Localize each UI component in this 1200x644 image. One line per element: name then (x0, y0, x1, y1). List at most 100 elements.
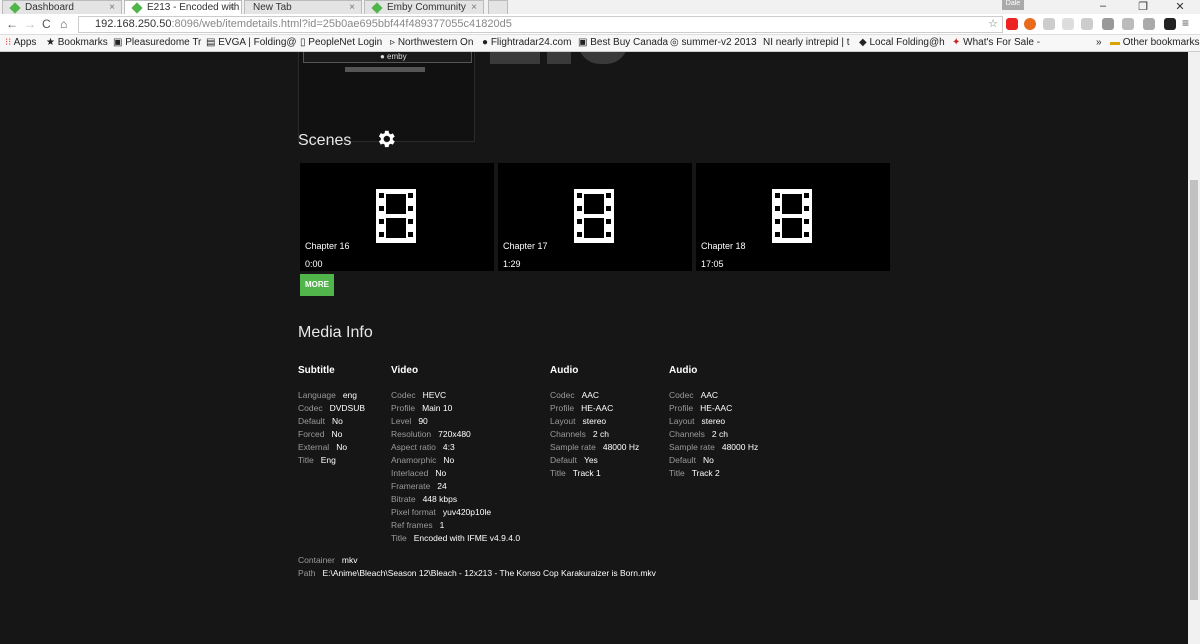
menu-icon[interactable]: ≡ (1182, 16, 1189, 30)
scrollbar[interactable] (1188, 52, 1200, 644)
forward-icon[interactable]: → (24, 17, 36, 31)
emby-icon (9, 2, 21, 14)
back-icon[interactable]: ← (6, 17, 18, 31)
tab-emby-community[interactable]: Emby Community × (364, 0, 484, 14)
info-value: Encoded with IFME v4.9.4.0 (413, 533, 521, 543)
bookmark-item[interactable]: ● Flightradar24.com (482, 37, 571, 48)
home-icon[interactable]: ⌂ (60, 17, 67, 31)
bookmark-label: Best Buy Canada (590, 37, 669, 48)
new-tab-button[interactable] (488, 0, 508, 14)
info-value: yuv420p10le (442, 507, 492, 517)
info-value: No (702, 455, 714, 465)
star-icon[interactable]: ☆ (988, 17, 998, 32)
chapter-name: Chapter 18 (701, 241, 746, 251)
maximize-button[interactable]: ❐ (1128, 0, 1158, 14)
tab-item-details[interactable]: E213 - Encoded with × (124, 0, 242, 14)
extension-icon[interactable] (1062, 18, 1074, 30)
h-extension-icon[interactable] (1043, 18, 1055, 30)
close-icon[interactable]: × (349, 1, 355, 14)
bookmark-item[interactable]: ▣ Pleasuredome Tr (113, 37, 201, 48)
reload-icon[interactable]: C (42, 17, 51, 31)
info-row: Profile Main 10 (391, 402, 520, 415)
info-value: HE-AAC (581, 403, 614, 413)
info-value: mkv (341, 555, 358, 565)
action-button[interactable] (547, 52, 571, 64)
media-info-heading: Media Info (298, 324, 373, 341)
other-bookmarks[interactable]: ▬ Other bookmarks (1110, 37, 1199, 48)
close-window-button[interactable]: ✕ (1165, 0, 1195, 14)
bookmark-item[interactable]: ✦ What's For Sale - (952, 37, 1040, 48)
info-value: 48000 Hz (721, 442, 759, 452)
address-bar[interactable]: 192.168.250.50:8096/web/itemdetails.html… (78, 16, 1003, 33)
tab-title: E213 - Encoded with (147, 2, 240, 13)
stream-heading: Audio (550, 365, 579, 376)
gear-icon[interactable] (375, 128, 397, 150)
info-row: Bitrate 448 kbps (391, 493, 520, 506)
bookmark-item[interactable]: ◆ Local Folding@h (859, 37, 945, 48)
scene-card[interactable]: Chapter 18 17:05 (696, 163, 890, 271)
profile-badge[interactable]: Dale (1002, 0, 1024, 10)
bookmark-apps[interactable]: ⁝⁝ Apps (5, 37, 36, 48)
opera-extension-icon[interactable] (1006, 18, 1018, 30)
bookmark-label: Northwestern On (397, 37, 474, 48)
bookmark-item[interactable]: ▣ Best Buy Canada (578, 37, 668, 48)
info-label: Title (669, 468, 685, 478)
action-button[interactable] (578, 52, 628, 64)
chapter-name: Chapter 16 (305, 241, 350, 251)
bookmarks-overflow-button[interactable]: » (1096, 37, 1102, 48)
info-label: Codec (391, 390, 416, 400)
more-scenes-button[interactable]: MORE (300, 274, 334, 296)
info-row: Pixel format yuv420p10le (391, 506, 520, 519)
info-label: Aspect ratio (391, 442, 436, 452)
info-value: eng (342, 390, 358, 400)
stream-video: Video Codec HEVC Profile Main 10 Level 90 Resol… (391, 365, 520, 545)
info-label: Layout (550, 416, 576, 426)
bookmark-label: Pleasuredome Tr (125, 37, 202, 48)
folder-icon: ▬ (1110, 37, 1123, 48)
bookmark-item[interactable]: ◎ summer-v2 2013 (670, 37, 757, 48)
info-row: Title Eng (298, 454, 365, 467)
bookmark-label: Other bookmarks (1122, 37, 1200, 48)
close-icon[interactable]: × (109, 1, 115, 14)
bookmark-item[interactable]: ▹ Northwestern On (390, 37, 473, 48)
info-row: Forced No (298, 428, 365, 441)
scene-card[interactable]: Chapter 16 0:00 (300, 163, 494, 271)
scene-card[interactable]: Chapter 17 1:29 (498, 163, 692, 271)
bookmark-item[interactable]: NI nearly intrepid | t (763, 37, 850, 48)
info-row: Layout stereo (550, 415, 639, 428)
chapter-name: Chapter 17 (503, 241, 548, 251)
scrollbar-thumb[interactable] (1190, 180, 1198, 600)
close-icon[interactable]: × (229, 1, 235, 14)
bookmark-item[interactable]: ▤ EVGA | Folding@ (206, 37, 297, 48)
extension-icon[interactable] (1102, 18, 1114, 30)
info-row: Layout stereo (669, 415, 758, 428)
stream-subtitle: Subtitle Language eng Codec DVDSUB Default No F… (298, 365, 365, 467)
url-host: 192.168.250.50 (95, 18, 172, 30)
info-label: Default (550, 455, 577, 465)
info-value: HE-AAC (700, 403, 733, 413)
info-row: Default No (669, 454, 758, 467)
info-row: Default Yes (550, 454, 639, 467)
film-icon (376, 189, 416, 243)
stream-audio: Audio Codec AAC Profile HE-AAC Layout stereo Ch… (550, 365, 639, 480)
info-label: External (298, 442, 330, 452)
close-icon[interactable]: × (471, 1, 477, 14)
duckduckgo-extension-icon[interactable] (1024, 18, 1036, 30)
info-value: 4:3 (442, 442, 455, 452)
emby-icon (371, 2, 383, 14)
bookmark-bookmarks[interactable]: ★ Bookmarks (46, 37, 108, 48)
bookmarks-bar: ⁝⁝ Apps ★ Bookmarks ▣ Pleasuredome Tr ▤ … (0, 35, 1200, 52)
tab-new-tab[interactable]: New Tab × (244, 0, 362, 14)
extension-icon[interactable] (1122, 18, 1134, 30)
tab-dashboard[interactable]: Dashboard × (2, 0, 122, 14)
info-value: Eng (320, 455, 336, 465)
extension-icon[interactable] (1081, 18, 1093, 30)
minimize-button[interactable]: – (1088, 0, 1118, 14)
bookmark-item[interactable]: ▯ PeopleNet Login (300, 37, 382, 48)
bookmark-label: Flightradar24.com (490, 37, 572, 48)
extension-icon[interactable] (1164, 18, 1176, 30)
drive-extension-icon[interactable] (1143, 18, 1155, 30)
emby-icon (131, 2, 143, 14)
info-label: Default (298, 416, 325, 426)
action-button[interactable] (490, 52, 540, 64)
